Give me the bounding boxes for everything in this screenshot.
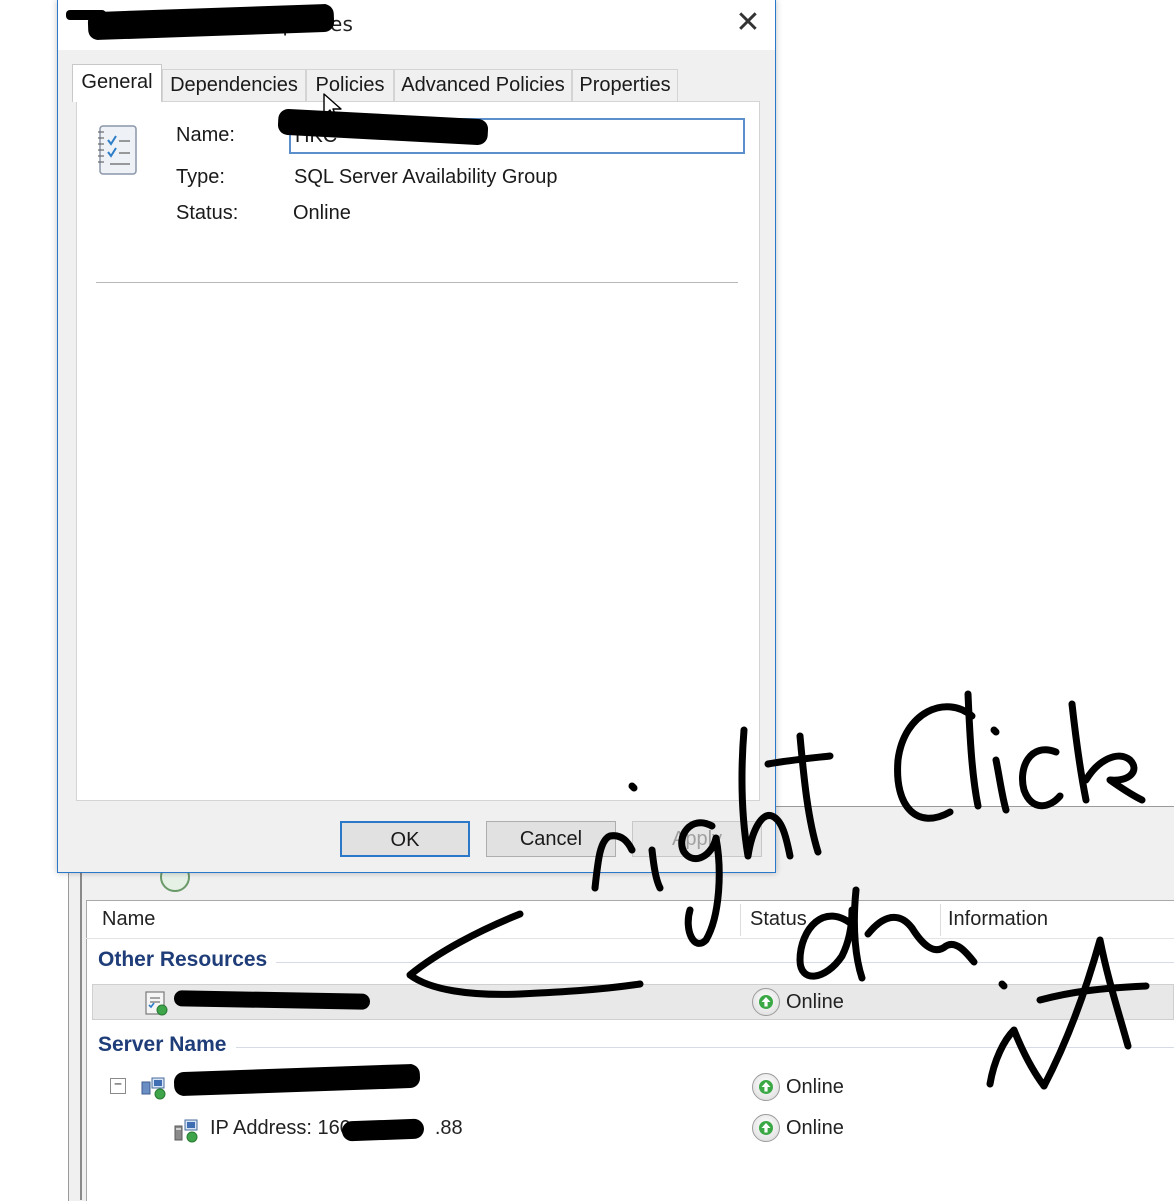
name-label: Name: xyxy=(176,124,235,146)
ok-button[interactable]: OK xyxy=(340,821,470,857)
status-cell: Online xyxy=(752,1073,844,1101)
online-up-arrow-icon xyxy=(752,1114,780,1142)
panel-separator xyxy=(96,282,738,283)
group-header-server-name[interactable]: Server Name xyxy=(98,1033,226,1057)
status-label: Status: xyxy=(176,202,239,224)
cancel-button[interactable]: Cancel xyxy=(486,821,616,857)
network-name-icon xyxy=(141,1077,166,1100)
collapse-toggle[interactable]: − xyxy=(110,1078,126,1094)
type-value: SQL Server Availability Group xyxy=(294,166,558,188)
tab-general[interactable]: General xyxy=(72,64,162,102)
column-header-information[interactable]: Information xyxy=(948,908,1048,931)
status-cell: Online xyxy=(752,988,844,1016)
type-label: Type: xyxy=(176,166,225,188)
tab-policies[interactable]: Policies xyxy=(306,69,394,101)
redaction-mark xyxy=(66,10,106,20)
column-header-status[interactable]: Status xyxy=(750,908,807,931)
status-value: Online xyxy=(293,202,351,224)
ip-address-suffix: .88 xyxy=(434,1117,463,1139)
column-header-name[interactable]: Name xyxy=(102,908,155,931)
status-cell: Online xyxy=(752,1114,844,1142)
online-up-arrow-icon xyxy=(752,1073,780,1101)
resource-checklist-icon xyxy=(98,125,137,175)
tab-dependencies[interactable]: Dependencies xyxy=(162,69,306,101)
resources-list-panel xyxy=(86,900,1174,1201)
group-header-other-resources[interactable]: Other Resources xyxy=(98,948,267,972)
tab-advanced-policies[interactable]: Advanced Policies xyxy=(394,69,572,101)
apply-button: Apply xyxy=(632,821,762,857)
column-divider[interactable] xyxy=(740,904,741,936)
redaction-mark xyxy=(173,990,371,1010)
status-online-text: Online xyxy=(786,1116,844,1139)
group-rule xyxy=(276,962,1174,963)
group-rule xyxy=(236,1047,1174,1048)
ip-address-prefix: IP Address: 160 xyxy=(210,1117,351,1139)
ip-address-icon xyxy=(174,1119,198,1143)
row-name-ip-address[interactable]: IP Address: 160 .88 xyxy=(210,1117,463,1140)
close-icon: ✕ xyxy=(735,5,761,40)
close-button[interactable]: ✕ xyxy=(726,4,770,44)
online-up-arrow-icon xyxy=(752,988,780,1016)
redaction-mark xyxy=(341,1118,425,1142)
availability-group-icon xyxy=(145,991,168,1016)
column-divider[interactable] xyxy=(940,904,941,936)
status-online-text: Online xyxy=(786,990,844,1013)
status-online-text: Online xyxy=(786,1075,844,1098)
tab-properties[interactable]: Properties xyxy=(572,69,678,101)
